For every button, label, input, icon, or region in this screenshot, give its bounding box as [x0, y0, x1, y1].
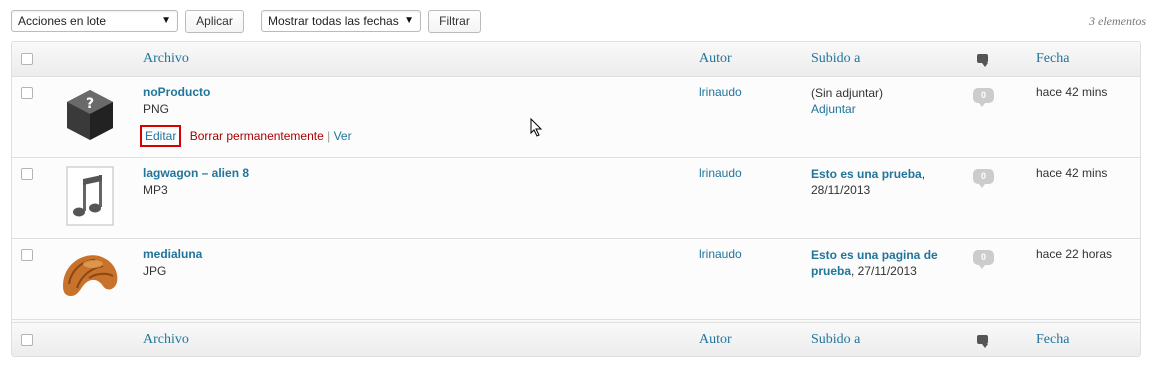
- uploaded-to: (Sin adjuntar) Adjuntar: [811, 85, 951, 117]
- comment-count[interactable]: 0: [973, 88, 994, 107]
- uploaded-to: Esto es una prueba, 28/11/2013: [811, 166, 951, 198]
- column-date[interactable]: Fecha: [1036, 51, 1069, 67]
- table-nav-top: Acciones en lote ▼ Aplicar Mostrar todas…: [11, 10, 1146, 34]
- select-all-checkbox[interactable]: [21, 53, 33, 65]
- select-all-checkbox[interactable]: [21, 334, 33, 346]
- row-checkbox[interactable]: [21, 87, 33, 99]
- bulk-actions-select[interactable]: Acciones en lote ▼: [11, 10, 178, 32]
- table-footer: Archivo Autor Subido a Fecha: [12, 322, 1140, 356]
- mouse-pointer-icon: [530, 118, 543, 137]
- item-count: 3 elementos: [1089, 14, 1146, 28]
- svg-text:?: ?: [86, 96, 94, 112]
- upload-date: hace 42 mins: [1036, 85, 1108, 99]
- file-title[interactable]: medialuna: [143, 247, 202, 261]
- croissant-image[interactable]: [59, 246, 121, 308]
- dates-filter-value: Mostrar todas las fechas: [268, 14, 399, 28]
- row-actions: Editar Borrar permanentemente | Ver: [140, 125, 352, 147]
- edit-link[interactable]: Editar: [140, 125, 182, 147]
- column-uploaded-to[interactable]: Subido a: [811, 51, 860, 67]
- chevron-down-icon: ▼: [161, 15, 171, 26]
- bulk-actions-value: Acciones en lote: [18, 14, 107, 28]
- upload-date: hace 22 horas: [1036, 247, 1113, 261]
- chevron-down-icon: ▼: [404, 15, 414, 26]
- view-link[interactable]: Ver: [334, 129, 352, 143]
- table-header: Archivo Autor Subido a Fecha: [12, 42, 1140, 77]
- parent-post-link[interactable]: Esto es una prueba: [811, 167, 922, 181]
- media-table: Archivo Autor Subido a Fecha ? noProduct…: [11, 41, 1141, 357]
- upload-date: hace 42 mins: [1036, 166, 1108, 180]
- author-link[interactable]: lrinaudo: [699, 247, 742, 261]
- column-uploaded-to[interactable]: Subido a: [811, 332, 860, 348]
- comment-count[interactable]: 0: [973, 250, 994, 269]
- file-title[interactable]: lagwagon – alien 8: [143, 166, 249, 180]
- column-date[interactable]: Fecha: [1036, 332, 1069, 348]
- file-type: JPG: [143, 264, 167, 278]
- comment-count[interactable]: 0: [973, 169, 994, 188]
- parent-post-date: , 27/11/2013: [851, 264, 917, 278]
- apply-button[interactable]: Aplicar: [185, 10, 244, 33]
- column-file[interactable]: Archivo: [143, 51, 189, 67]
- table-row: medialuna JPG lrinaudo Esto es una pagin…: [12, 239, 1140, 320]
- action-separator: |: [327, 129, 331, 143]
- column-author: Autor: [699, 51, 732, 66]
- attach-link[interactable]: Adjuntar: [811, 102, 856, 116]
- audio-file-icon[interactable]: [59, 165, 121, 227]
- file-title[interactable]: noProducto: [143, 85, 210, 99]
- unknown-file-icon[interactable]: ?: [59, 84, 121, 146]
- file-type: MP3: [143, 183, 168, 197]
- filter-button[interactable]: Filtrar: [428, 10, 481, 33]
- column-author: Autor: [699, 332, 732, 347]
- row-checkbox[interactable]: [21, 168, 33, 180]
- unattached-label: (Sin adjuntar): [811, 86, 884, 100]
- comment-bubble-icon[interactable]: [977, 54, 988, 67]
- table-row: ? noProducto PNG Editar Borrar permanent…: [12, 77, 1140, 158]
- comment-bubble-icon[interactable]: [977, 335, 988, 348]
- file-type: PNG: [143, 102, 170, 116]
- author-link[interactable]: lrinaudo: [699, 166, 742, 180]
- delete-permanently-link[interactable]: Borrar permanentemente: [190, 129, 324, 143]
- author-link[interactable]: lrinaudo: [699, 85, 742, 99]
- uploaded-to: Esto es una pagina de prueba, 27/11/2013: [811, 247, 951, 279]
- dates-filter-select[interactable]: Mostrar todas las fechas ▼: [261, 10, 421, 32]
- row-checkbox[interactable]: [21, 249, 33, 261]
- table-row: lagwagon – alien 8 MP3 lrinaudo Esto es …: [12, 158, 1140, 239]
- column-file[interactable]: Archivo: [143, 332, 189, 348]
